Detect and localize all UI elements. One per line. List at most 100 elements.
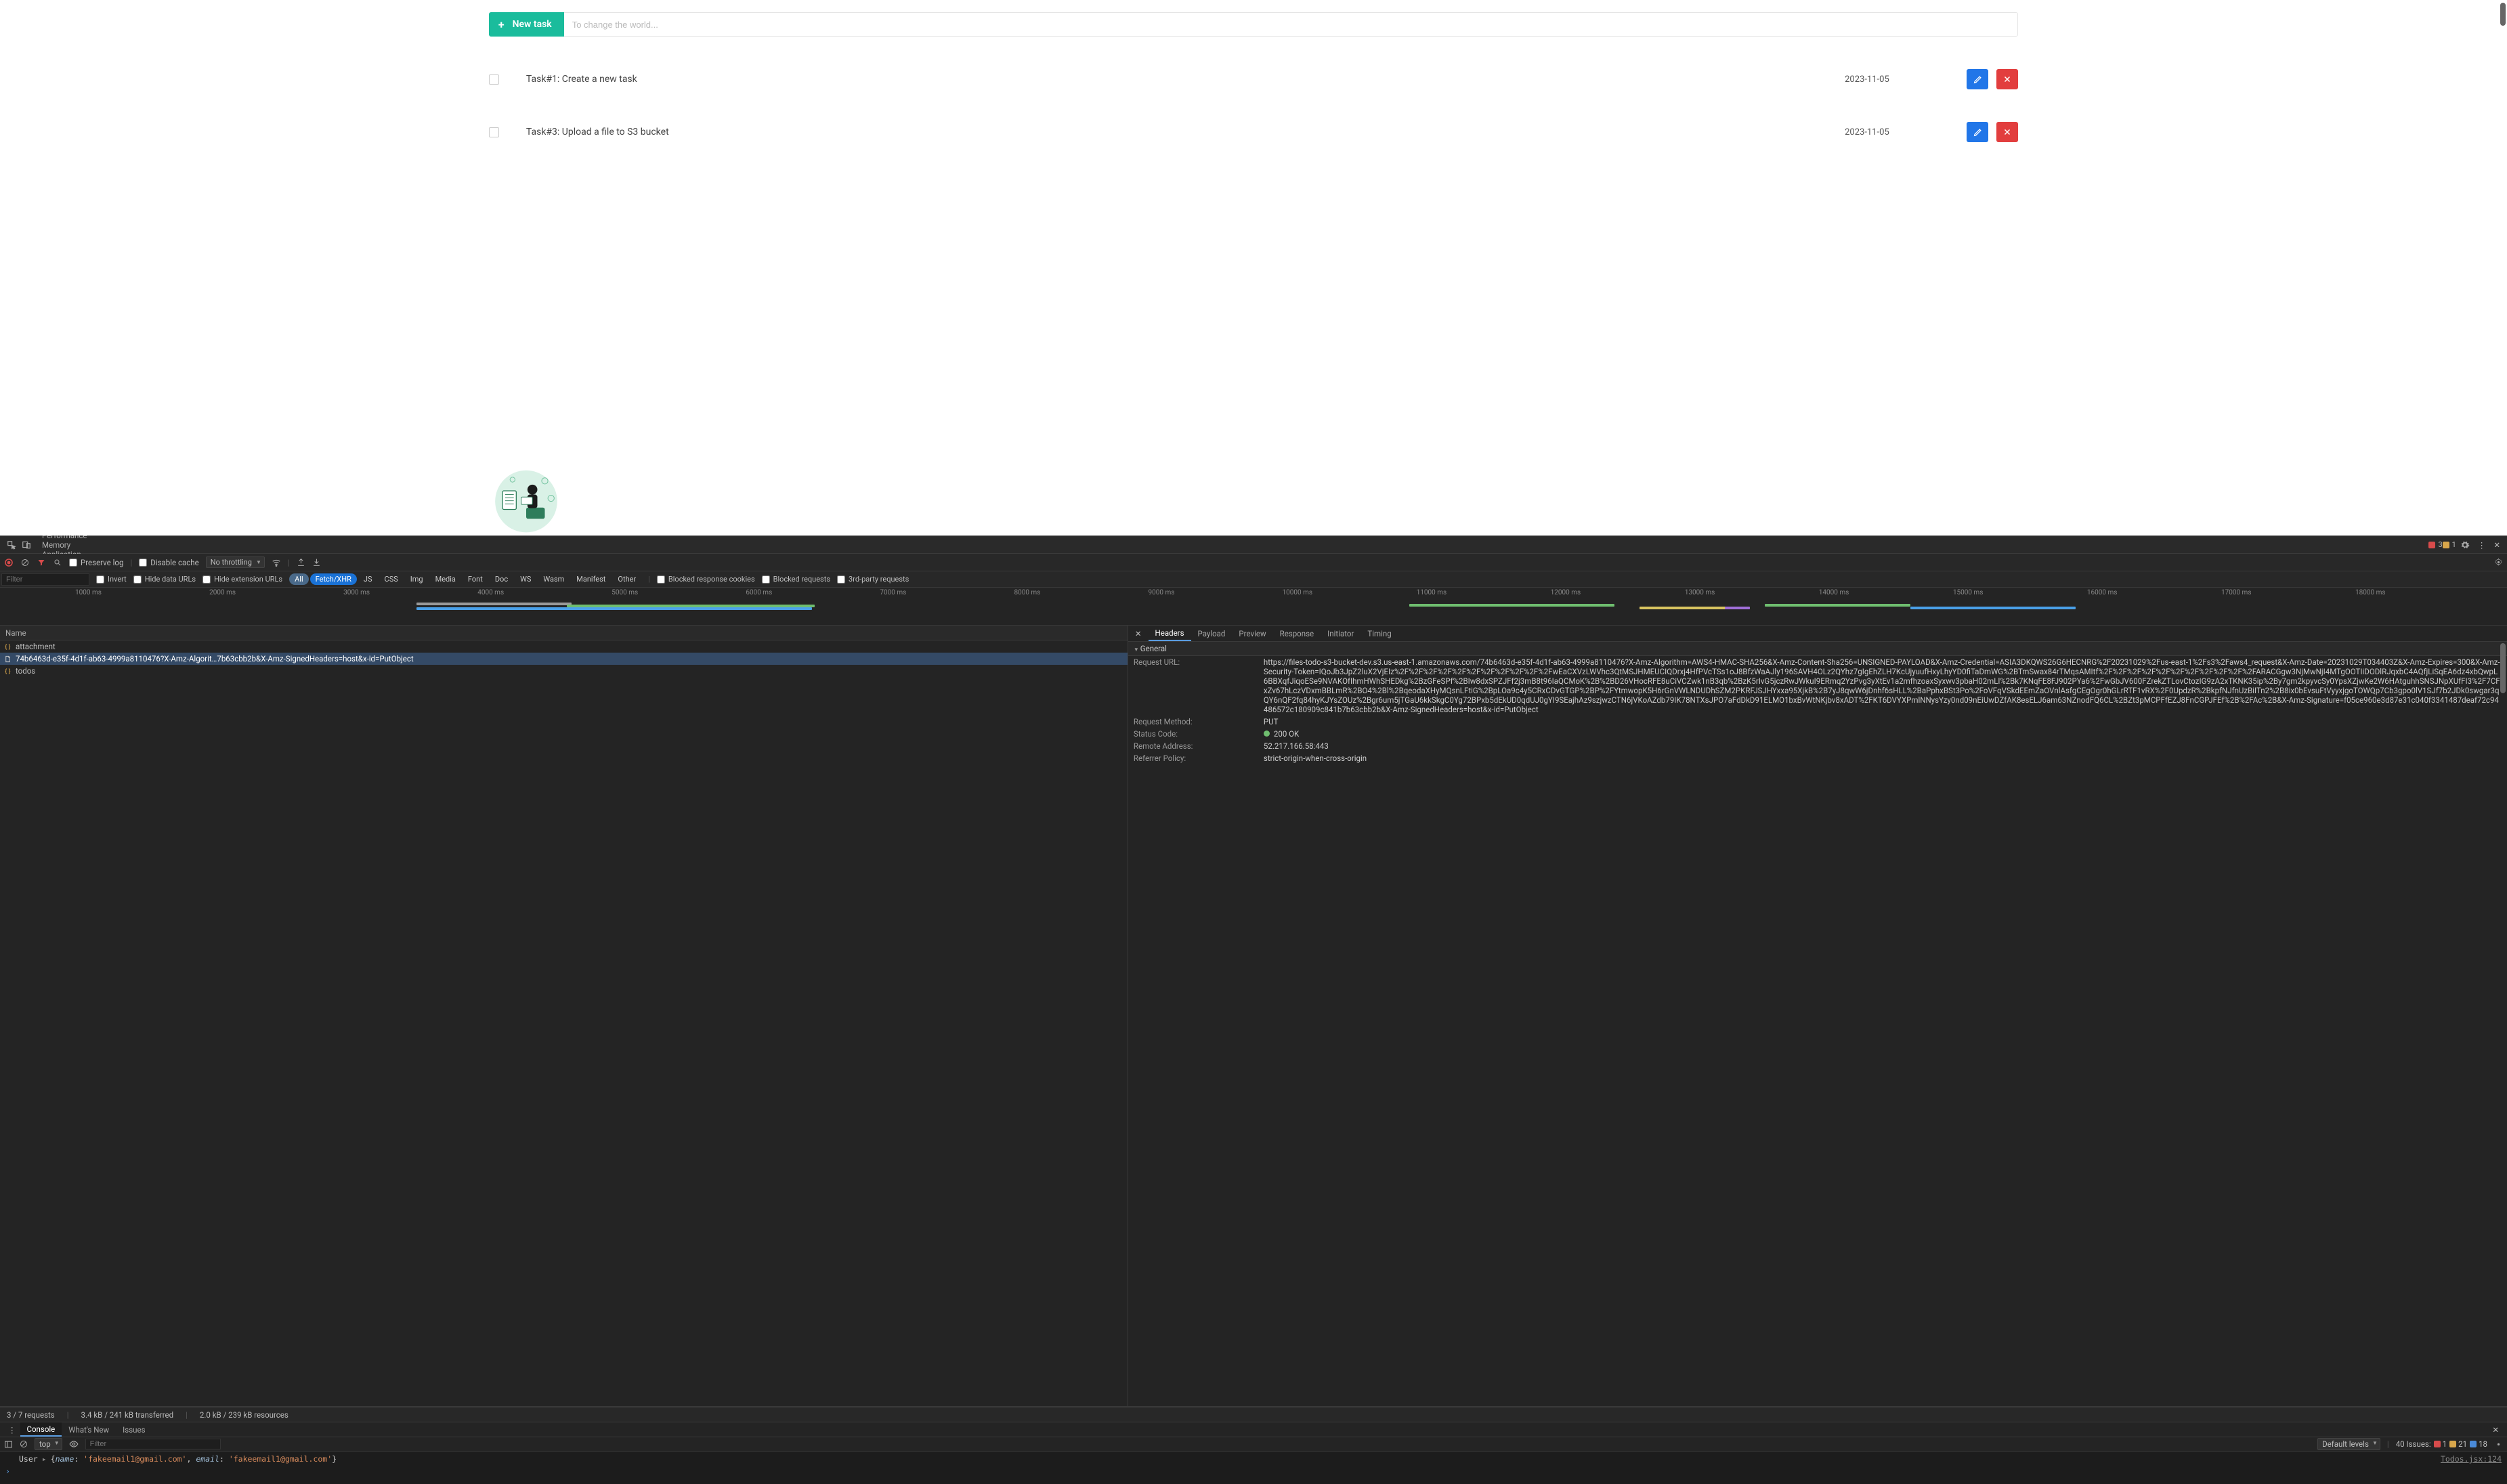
filter-type-all[interactable]: All bbox=[289, 573, 309, 585]
new-task-form: + New task bbox=[489, 12, 2018, 37]
clear-console-icon[interactable] bbox=[20, 1440, 28, 1448]
hide-data-urls-checkbox[interactable]: Hide data URLs bbox=[133, 575, 196, 584]
device-toggle-icon[interactable] bbox=[22, 540, 31, 550]
filter-type-img[interactable]: Img bbox=[405, 573, 429, 585]
filter-type-media[interactable]: Media bbox=[430, 573, 461, 585]
blocked-cookies-checkbox[interactable]: Blocked response cookies bbox=[657, 575, 755, 584]
network-request-row[interactable]: todos bbox=[0, 665, 1128, 677]
close-drawer-icon[interactable]: ✕ bbox=[2488, 1425, 2503, 1435]
edit-button[interactable] bbox=[1967, 69, 1988, 89]
gear-icon[interactable] bbox=[2460, 540, 2470, 550]
prop-name-key: name bbox=[56, 1454, 74, 1464]
timeline-tick: 11000 ms bbox=[1417, 589, 1447, 596]
filter-type-other[interactable]: Other bbox=[612, 573, 641, 585]
task-actions bbox=[1967, 122, 2018, 142]
detail-tab-response[interactable]: Response bbox=[1273, 626, 1321, 641]
network-filter-bar: Invert Hide data URLs Hide extension URL… bbox=[0, 571, 2507, 588]
brace-open: { bbox=[51, 1454, 56, 1464]
delete-button[interactable] bbox=[1996, 69, 2018, 89]
preserve-log-checkbox[interactable]: Preserve log bbox=[69, 558, 123, 567]
hide-extension-urls-checkbox[interactable]: Hide extension URLs bbox=[202, 575, 282, 584]
invert-checkbox[interactable]: Invert bbox=[96, 575, 127, 584]
error-count-badge[interactable]: 3 bbox=[2428, 540, 2442, 549]
new-task-input[interactable] bbox=[564, 12, 2018, 37]
disable-cache-checkbox[interactable]: Disable cache bbox=[139, 558, 198, 567]
drawer-tab-issues[interactable]: Issues bbox=[116, 1422, 152, 1437]
record-icon[interactable] bbox=[4, 558, 14, 567]
sidebar-toggle-icon[interactable] bbox=[4, 1440, 13, 1449]
throttling-select[interactable]: No throttling bbox=[206, 556, 265, 568]
throttling-value: No throttling bbox=[211, 558, 252, 567]
inspect-icon[interactable] bbox=[7, 540, 16, 550]
task-checkbox[interactable] bbox=[489, 127, 499, 137]
detail-scrollbar[interactable] bbox=[2500, 643, 2506, 693]
console-output: User ▸ {name: 'fakeemail1@gmail.com', em… bbox=[0, 1452, 2507, 1484]
task-date: 2023-11-05 bbox=[1845, 127, 1967, 137]
console-prompt[interactable]: › bbox=[5, 1464, 2502, 1476]
filter-type-manifest[interactable]: Manifest bbox=[571, 573, 611, 585]
third-party-label: 3rd-party requests bbox=[849, 575, 909, 584]
edit-button[interactable] bbox=[1967, 122, 1988, 142]
detail-scroll[interactable]: General Request URL:https://files-todo-s… bbox=[1128, 642, 2507, 1406]
filter-type-fetch-xhr[interactable]: Fetch/XHR bbox=[310, 573, 357, 585]
console-drawer: ⋮ ConsoleWhat's NewIssues ✕ top Default … bbox=[0, 1422, 2507, 1484]
warning-count-badge[interactable]: 1 bbox=[2443, 540, 2456, 549]
close-devtools-icon[interactable]: ✕ bbox=[2489, 540, 2504, 550]
issues-summary[interactable]: 40 Issues: 1 21 18 bbox=[2396, 1439, 2487, 1449]
wifi-icon[interactable] bbox=[272, 558, 281, 567]
filter-type-wasm[interactable]: Wasm bbox=[538, 573, 570, 585]
third-party-checkbox[interactable]: 3rd-party requests bbox=[837, 575, 909, 584]
detail-tab-initiator[interactable]: Initiator bbox=[1321, 626, 1360, 641]
name-column-header[interactable]: Name bbox=[0, 626, 1128, 640]
network-filter-input[interactable] bbox=[1, 573, 89, 586]
delete-button[interactable] bbox=[1996, 122, 2018, 142]
new-task-button[interactable]: + New task bbox=[489, 12, 564, 37]
devtools-left-icons bbox=[3, 540, 35, 550]
network-toolbar: Preserve log | Disable cache No throttli… bbox=[0, 554, 2507, 571]
filter-type-ws[interactable]: WS bbox=[515, 573, 536, 585]
task-row: Task#3: Upload a file to S3 bucket 2023-… bbox=[489, 122, 2018, 142]
timeline-tick: 8000 ms bbox=[1014, 589, 1040, 596]
context-select[interactable]: top bbox=[35, 1438, 62, 1450]
close-icon bbox=[2003, 75, 2011, 83]
network-request-row[interactable]: 74b6463d-e35f-4d1f-ab63-4999a8110476?X-A… bbox=[0, 653, 1128, 665]
drawer-tab-what-s-new[interactable]: What's New bbox=[62, 1422, 116, 1437]
eye-icon[interactable] bbox=[69, 1439, 79, 1449]
filter-icon[interactable] bbox=[37, 558, 46, 567]
detail-tab-headers[interactable]: Headers bbox=[1149, 626, 1191, 641]
invert-label: Invert bbox=[108, 575, 127, 584]
drawer-tab-console[interactable]: Console bbox=[20, 1422, 62, 1437]
close-detail-icon[interactable]: ✕ bbox=[1131, 629, 1146, 638]
kebab-icon[interactable]: ⋮ bbox=[4, 1425, 20, 1435]
console-log-line[interactable]: User ▸ {name: 'fakeemail1@gmail.com', em… bbox=[5, 1454, 2502, 1464]
detail-tab-payload[interactable]: Payload bbox=[1191, 626, 1233, 641]
devtools-tab-bar: ElementsConsoleSourcesNetworkPerformance… bbox=[0, 536, 2507, 554]
upload-icon[interactable] bbox=[297, 558, 305, 567]
request-url-val: https://files-todo-s3-bucket-dev.s3.us-e… bbox=[1264, 657, 2502, 714]
filter-type-js[interactable]: JS bbox=[358, 573, 378, 585]
request-name: attachment bbox=[16, 642, 56, 651]
filter-type-doc[interactable]: Doc bbox=[490, 573, 513, 585]
task-checkbox[interactable] bbox=[489, 74, 499, 85]
gear-icon[interactable] bbox=[2494, 1440, 2503, 1449]
network-request-row[interactable]: attachment bbox=[0, 640, 1128, 653]
resources-size: 2.0 kB / 239 kB resources bbox=[200, 1410, 288, 1420]
network-timeline[interactable]: 1000 ms2000 ms3000 ms4000 ms5000 ms6000 … bbox=[0, 588, 2507, 626]
detail-tab-timing[interactable]: Timing bbox=[1360, 626, 1398, 641]
clear-icon[interactable] bbox=[20, 558, 30, 567]
kebab-icon[interactable]: ⋮ bbox=[2474, 540, 2490, 550]
prop-name-val: 'fakeemail1@gmail.com' bbox=[83, 1454, 186, 1464]
filter-type-font[interactable]: Font bbox=[463, 573, 488, 585]
log-levels-select[interactable]: Default levels bbox=[2317, 1438, 2380, 1450]
general-section-header[interactable]: General bbox=[1128, 642, 2507, 656]
gear-icon[interactable] bbox=[2494, 558, 2503, 567]
devtools-tab-memory[interactable]: Memory bbox=[35, 540, 135, 550]
log-source-link[interactable]: Todos.jsx:124 bbox=[2441, 1454, 2502, 1464]
console-filter-input[interactable] bbox=[85, 1439, 221, 1449]
blocked-requests-checkbox[interactable]: Blocked requests bbox=[762, 575, 830, 584]
page-scrollbar[interactable] bbox=[2500, 3, 2506, 26]
filter-type-css[interactable]: CSS bbox=[379, 573, 404, 585]
download-icon[interactable] bbox=[312, 558, 321, 567]
detail-tab-preview[interactable]: Preview bbox=[1232, 626, 1272, 641]
search-icon[interactable] bbox=[53, 558, 62, 567]
